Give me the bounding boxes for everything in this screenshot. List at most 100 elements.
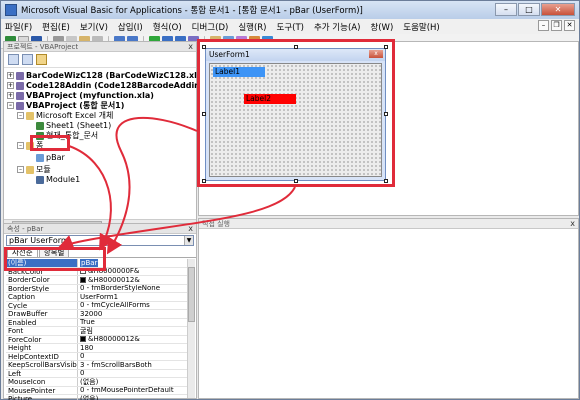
collapse-icon[interactable]: – bbox=[17, 166, 24, 173]
property-value[interactable]: (없음) bbox=[78, 395, 188, 400]
property-row[interactable]: Picture (없음) bbox=[6, 395, 188, 400]
property-row[interactable]: Height 180 bbox=[6, 344, 188, 353]
view-object-icon[interactable] bbox=[22, 54, 33, 65]
property-name: ForeColor bbox=[6, 335, 78, 343]
collapse-icon[interactable]: – bbox=[17, 112, 24, 119]
close-icon[interactable]: ✕ bbox=[541, 3, 575, 16]
property-row[interactable]: MouseIcon (없음) bbox=[6, 378, 188, 387]
menu-debug[interactable]: 디버그(D) bbox=[192, 21, 229, 33]
immediate-window-close-icon[interactable]: x bbox=[570, 219, 575, 229]
property-value[interactable]: 32000 bbox=[78, 310, 188, 318]
menu-view[interactable]: 보기(V) bbox=[80, 21, 108, 33]
module-icon bbox=[36, 175, 44, 184]
menu-edit[interactable]: 편집(E) bbox=[42, 21, 70, 33]
property-value-text: &H80000012& bbox=[88, 335, 140, 344]
property-value[interactable]: 0 bbox=[78, 353, 188, 361]
property-row[interactable]: Enabled True bbox=[6, 318, 188, 327]
property-name: Cycle bbox=[6, 301, 78, 309]
property-name: Picture bbox=[6, 395, 78, 400]
property-row[interactable]: Cycle 0 - fmCycleAllForms bbox=[6, 301, 188, 310]
property-row[interactable]: Font 굴림 bbox=[6, 327, 188, 336]
tree-node-label: Microsoft Excel 개체 bbox=[36, 111, 114, 120]
tree-node-label: VBAProject (myfunction.xla) bbox=[26, 91, 154, 100]
tree-node-label: Module1 bbox=[46, 175, 81, 184]
vba-project-icon bbox=[16, 71, 24, 80]
menu-run[interactable]: 실행(R) bbox=[238, 21, 266, 33]
chevron-down-icon[interactable]: ▼ bbox=[184, 236, 193, 245]
window-controls: – □ ✕ bbox=[495, 3, 575, 16]
property-value[interactable]: &H80000012& bbox=[78, 335, 188, 344]
properties-close-icon[interactable]: x bbox=[188, 224, 193, 234]
minimize-icon[interactable]: – bbox=[495, 3, 517, 16]
expand-icon[interactable]: + bbox=[7, 82, 14, 89]
tree-node-label: VBAProject (통합 문서1) bbox=[26, 101, 125, 110]
menu-format[interactable]: 형식(O) bbox=[153, 21, 182, 33]
property-value[interactable]: 0 bbox=[78, 370, 188, 378]
maximize-icon[interactable]: □ bbox=[518, 3, 540, 16]
expand-icon[interactable]: + bbox=[7, 92, 14, 99]
immediate-window[interactable]: 직접 실행 x bbox=[198, 218, 579, 399]
object-selector-value: pBar UserForm bbox=[9, 236, 69, 245]
menu-help[interactable]: 도움말(H) bbox=[403, 21, 439, 33]
properties-vertical-scrollbar[interactable] bbox=[187, 259, 195, 398]
collapse-icon[interactable]: – bbox=[17, 142, 24, 149]
property-value-text: 0 bbox=[80, 352, 85, 361]
property-value[interactable]: 3 - fmScrollBarsBoth bbox=[78, 361, 188, 369]
menu-insert[interactable]: 삽입(I) bbox=[118, 21, 143, 33]
property-row[interactable]: ForeColor &H80000012& bbox=[6, 335, 188, 344]
project-explorer-close-icon[interactable]: x bbox=[188, 42, 193, 52]
mdi-close-icon[interactable]: ✕ bbox=[564, 20, 575, 31]
title-bar: Microsoft Visual Basic for Applications … bbox=[1, 1, 579, 19]
property-row[interactable]: HelpContextID 0 bbox=[6, 352, 188, 361]
menu-window[interactable]: 창(W) bbox=[370, 21, 393, 33]
mdi-minimize-icon[interactable]: – bbox=[538, 20, 549, 31]
tree-node-label: pBar bbox=[46, 153, 65, 162]
property-value[interactable]: 180 bbox=[78, 344, 188, 352]
project-explorer-toolbar bbox=[4, 52, 196, 68]
property-name: MousePointer bbox=[6, 386, 78, 394]
collapse-icon[interactable]: – bbox=[7, 102, 14, 109]
property-row[interactable]: Caption UserForm1 bbox=[6, 293, 188, 302]
tree-node-workbook1[interactable]: – VBAProject (통합 문서1) bbox=[7, 101, 124, 110]
scrollbar-thumb[interactable] bbox=[188, 267, 195, 322]
property-row[interactable]: BorderStyle 0 - fmBorderStyleNone bbox=[6, 284, 188, 293]
property-row[interactable]: KeepScrollBarsVisible 3 - fmScrollBarsBot… bbox=[6, 361, 188, 370]
expand-icon[interactable]: + bbox=[7, 72, 14, 79]
property-value-text: 0 - fmBorderStyleNone bbox=[80, 284, 161, 293]
property-value[interactable]: (없음) bbox=[78, 378, 188, 386]
view-code-icon[interactable] bbox=[8, 54, 19, 65]
property-row[interactable]: Left 0 bbox=[6, 369, 188, 378]
property-row[interactable]: MousePointer 0 - fmMousePointerDefault bbox=[6, 386, 188, 395]
tree-node-myfunction[interactable]: + VBAProject (myfunction.xla) bbox=[7, 91, 154, 100]
property-value-text: 3 - fmScrollBarsBoth bbox=[80, 361, 152, 369]
menu-bar: 파일(F) 편집(E) 보기(V) 삽입(I) 형식(O) 디버그(D) 실행(… bbox=[1, 19, 579, 34]
tree-node-module1[interactable]: Module1 bbox=[36, 175, 80, 184]
tree-node-excel-objects[interactable]: – Microsoft Excel 개체 bbox=[17, 111, 113, 120]
tree-node-barcodewiz[interactable]: + BarCodeWizC128 (BarCodeWizC128.xla) bbox=[7, 71, 206, 80]
menu-tools[interactable]: 도구(T) bbox=[277, 21, 304, 33]
mdi-restore-icon[interactable]: ❐ bbox=[551, 20, 562, 31]
property-value[interactable]: 0 - fmMousePointerDefault bbox=[78, 387, 188, 395]
property-name: BorderStyle bbox=[6, 284, 78, 292]
tree-node-modules[interactable]: – 모듈 bbox=[17, 165, 51, 174]
window-title: Microsoft Visual Basic for Applications … bbox=[21, 6, 363, 16]
property-value[interactable]: 굴림 bbox=[78, 327, 188, 335]
toggle-folders-icon[interactable] bbox=[36, 54, 47, 65]
tree-node-pbar[interactable]: pBar bbox=[36, 153, 65, 162]
name-property-highlight-box bbox=[4, 247, 106, 271]
object-selector[interactable]: pBar UserForm ▼ bbox=[6, 235, 194, 246]
tree-node-sheet1[interactable]: Sheet1 (Sheet1) bbox=[36, 121, 111, 130]
project-explorer-title: 프로젝트 - VBAProject bbox=[7, 43, 79, 51]
property-value[interactable]: UserForm1 bbox=[78, 293, 188, 301]
property-row[interactable]: BorderColor &H80000012& bbox=[6, 276, 188, 285]
property-value[interactable]: 0 - fmBorderStyleNone bbox=[78, 285, 188, 293]
property-value[interactable]: &H80000012& bbox=[78, 276, 188, 284]
menu-addins[interactable]: 추가 기능(A) bbox=[314, 21, 360, 33]
property-value[interactable]: 0 - fmCycleAllForms bbox=[78, 302, 188, 310]
tree-node-label: 모듈 bbox=[36, 165, 51, 174]
property-value[interactable]: True bbox=[78, 319, 188, 327]
tree-node-label: BarCodeWizC128 (BarCodeWizC128.xla) bbox=[26, 71, 206, 80]
property-row[interactable]: DrawBuffer 32000 bbox=[6, 310, 188, 319]
menu-file[interactable]: 파일(F) bbox=[5, 21, 32, 33]
property-value-text: &H80000012& bbox=[88, 276, 140, 284]
